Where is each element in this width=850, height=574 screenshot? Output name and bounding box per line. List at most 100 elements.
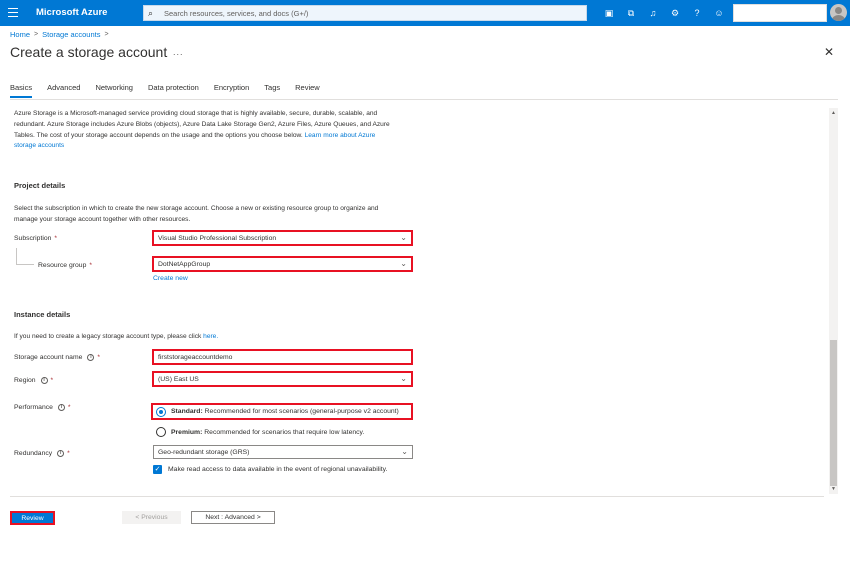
scroll-thumb[interactable] (830, 340, 837, 486)
breadcrumb-home[interactable]: Home (10, 30, 30, 39)
subscription-label-text: Subscription (14, 235, 52, 242)
required-mark: * (67, 404, 71, 411)
avatar[interactable] (830, 4, 847, 21)
tab-basics[interactable]: Basics (10, 83, 33, 98)
standard-option-name: Standard: (171, 408, 203, 415)
info-icon[interactable]: i (87, 354, 95, 361)
region-label-text: Region (14, 377, 36, 384)
directory-filter-icon[interactable]: ⧉ (620, 5, 642, 21)
close-icon[interactable]: ✕ (824, 45, 834, 59)
previous-button[interactable]: < Previous (122, 511, 181, 524)
scroll-up-icon[interactable]: ▲ (830, 110, 837, 116)
performance-label: Performance i * (14, 404, 71, 411)
chevron-right-icon: > (34, 31, 39, 38)
project-desc-line: Select the subscription in which to crea… (14, 205, 379, 212)
breadcrumb: Home > Storage accounts > (10, 30, 113, 39)
storage-name-label: Storage account name i * (14, 354, 100, 361)
redundancy-value: Geo-redundant storage (GRS) (158, 448, 250, 456)
info-icon[interactable]: i (57, 450, 65, 457)
next-advanced-button[interactable]: Next : Advanced > (191, 511, 275, 524)
search-icon: ⌕ (148, 8, 154, 18)
more-options-icon[interactable]: ... (173, 47, 184, 57)
subscription-select[interactable]: Visual Studio Professional Subscription … (152, 230, 413, 246)
redundancy-label-text: Redundancy (14, 450, 53, 457)
performance-label-text: Performance (14, 404, 53, 411)
storage-name-label-text: Storage account name (14, 354, 83, 361)
resource-group-value: DotNetAppGroup (158, 260, 211, 268)
vertical-scrollbar[interactable]: ▲ ▼ (829, 108, 838, 494)
info-icon[interactable]: i (40, 377, 48, 384)
resource-group-select[interactable]: DotNetAppGroup ⌄ (152, 256, 413, 272)
tab-networking[interactable]: Networking (95, 83, 133, 98)
feedback-icon[interactable]: ☺ (708, 5, 730, 21)
chevron-down-icon: ⌄ (401, 447, 408, 456)
subscription-label: Subscription * (14, 235, 57, 242)
tab-review[interactable]: Review (295, 83, 320, 98)
read-access-label: Make read access to data available in th… (168, 466, 388, 473)
tab-bar: Basics Advanced Networking Data protecti… (10, 83, 335, 98)
legacy-note-text: If you need to create a legacy storage a… (14, 333, 202, 340)
cloud-shell-icon[interactable]: ▣ (598, 5, 620, 21)
redundancy-label: Redundancy i * (14, 450, 70, 457)
required-mark: * (67, 450, 70, 457)
project-description: Select the subscription in which to crea… (14, 204, 378, 226)
legacy-note: If you need to create a legacy storage a… (14, 332, 218, 343)
chevron-down-icon: ⌄ (400, 259, 407, 268)
storage-account-name-field[interactable] (158, 353, 411, 361)
tab-data-protection[interactable]: Data protection (148, 83, 199, 98)
intro-description: Azure Storage is a Microsoft-managed ser… (14, 109, 390, 152)
learn-more-link-cont[interactable]: storage accounts (14, 142, 64, 149)
required-mark: * (89, 262, 93, 269)
help-icon[interactable]: ? (686, 5, 708, 21)
standard-option-desc: Recommended for most scenarios (general-… (204, 408, 399, 415)
intro-line: redundant. Azure Storage includes Azure … (14, 120, 390, 128)
tab-encryption[interactable]: Encryption (214, 83, 249, 98)
search-input[interactable] (164, 8, 584, 18)
region-select[interactable]: (US) East US ⌄ (152, 371, 413, 387)
radio-unselected-icon[interactable] (156, 427, 166, 437)
review-button[interactable]: Review (10, 511, 55, 525)
resource-group-label: Resource group * (38, 262, 92, 269)
intro-line: Azure Storage is a Microsoft-managed ser… (14, 110, 378, 117)
top-bar: Microsoft Azure ⌕ ▣ ⧉ ♫ ⚙ ? ☺ (0, 0, 850, 26)
radio-selected-icon[interactable] (156, 406, 166, 417)
required-mark: * (50, 377, 54, 384)
instance-details-heading: Instance details (14, 310, 71, 319)
resource-group-label-text: Resource group (38, 262, 87, 269)
project-desc-line: manage your storage account together wit… (14, 215, 191, 223)
region-label: Region i * (14, 377, 53, 384)
page-title: Create a storage account (10, 44, 168, 60)
scroll-down-icon[interactable]: ▼ (830, 486, 837, 492)
subscription-value: Visual Studio Professional Subscription (158, 234, 277, 242)
storage-account-name-input[interactable] (152, 349, 413, 365)
create-new-link[interactable]: Create new (153, 275, 188, 282)
learn-more-link[interactable]: Learn more about Azure (305, 132, 376, 139)
bell-icon[interactable]: ♫ (642, 5, 664, 21)
checkmark-icon[interactable]: ✓ (153, 465, 162, 474)
brand-title[interactable]: Microsoft Azure (36, 7, 107, 18)
info-icon[interactable]: i (57, 404, 65, 411)
premium-option-desc: Recommended for scenarios that require l… (204, 428, 365, 436)
tree-connector (16, 264, 34, 265)
legacy-here-link[interactable]: here. (203, 333, 218, 340)
premium-option-name: Premium: (171, 428, 203, 436)
account-directory-box[interactable] (733, 4, 827, 22)
region-value: (US) East US (158, 375, 199, 383)
required-mark: * (54, 235, 58, 242)
redundancy-select[interactable]: Geo-redundant storage (GRS) ⌄ (153, 445, 413, 459)
tabs-divider (10, 99, 838, 100)
footer-divider (10, 496, 824, 497)
tab-tags[interactable]: Tags (264, 83, 280, 98)
read-access-checkbox-row[interactable]: ✓ Make read access to data available in … (153, 465, 387, 474)
performance-premium-radio[interactable]: Premium: Recommended for scenarios that … (153, 424, 364, 440)
tab-advanced[interactable]: Advanced (47, 83, 80, 98)
required-mark: * (97, 354, 101, 361)
chevron-right-icon: > (104, 31, 109, 38)
performance-standard-radio[interactable]: Standard: Recommended for most scenarios… (151, 403, 413, 420)
breadcrumb-storage-accounts[interactable]: Storage accounts (42, 30, 100, 39)
gear-icon[interactable]: ⚙ (664, 5, 686, 21)
hamburger-menu-icon[interactable] (8, 8, 18, 17)
intro-line: Tables. The cost of your storage account… (14, 131, 303, 139)
global-search[interactable]: ⌕ (143, 5, 587, 21)
chevron-down-icon: ⌄ (400, 233, 407, 242)
